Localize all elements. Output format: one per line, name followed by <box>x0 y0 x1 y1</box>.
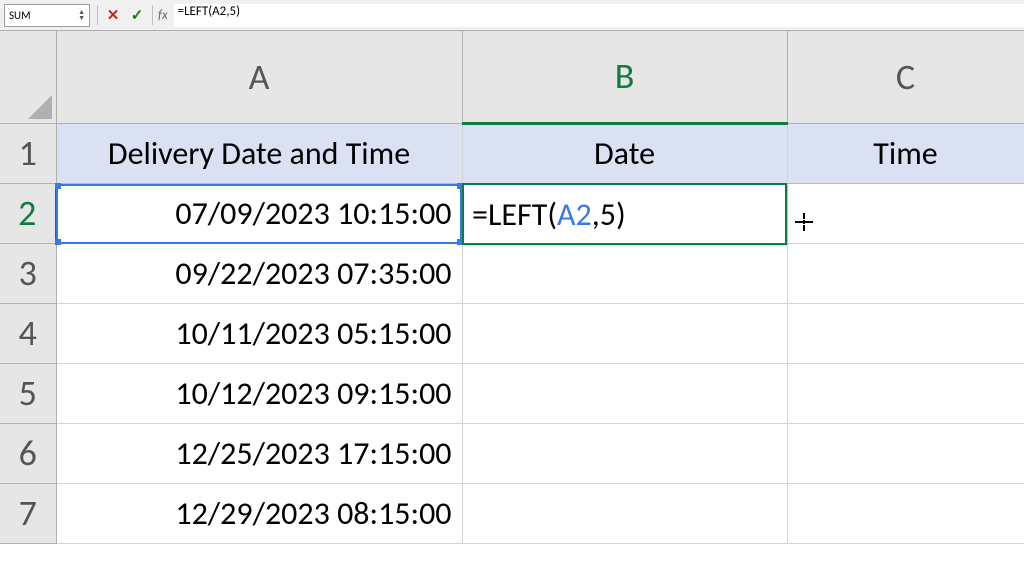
cell-b4[interactable] <box>462 303 787 363</box>
cell-b2-editing[interactable]: =LEFT(A2,5) <box>462 183 787 245</box>
cell-c1[interactable]: Time <box>787 123 1024 183</box>
row-header-1[interactable]: 1 <box>0 123 56 183</box>
cell-a4[interactable]: 10/11/2023 05:15:00 <box>56 303 462 363</box>
row-header-5[interactable]: 5 <box>0 363 56 423</box>
row-header-2[interactable]: 2 <box>0 183 56 243</box>
cell-c6[interactable] <box>787 423 1024 483</box>
column-header-c[interactable]: C <box>787 31 1024 123</box>
cell-b1[interactable]: Date <box>462 123 787 183</box>
cell-c7[interactable] <box>787 483 1024 543</box>
cell-b6[interactable] <box>462 423 787 483</box>
cell-b5[interactable] <box>462 363 787 423</box>
row-header-6[interactable]: 6 <box>0 423 56 483</box>
cell-c3[interactable] <box>787 243 1024 303</box>
row-header-3[interactable]: 3 <box>0 243 56 303</box>
cell-b7[interactable] <box>462 483 787 543</box>
spreadsheet-grid: A B C 1 Delivery Date and Time Date Time… <box>0 31 1024 565</box>
formula-bar: SUM ▲▼ ✕ ✓ fx =LEFT(A2,5) <box>0 0 1024 31</box>
cell-c5[interactable] <box>787 363 1024 423</box>
name-box-dropdown-icon[interactable]: ▲▼ <box>78 9 85 21</box>
cell-a7[interactable]: 12/29/2023 08:15:00 <box>56 483 462 543</box>
cell-a2[interactable]: 07/09/2023 10:15:00 <box>56 183 462 243</box>
fx-icon[interactable]: fx <box>158 8 168 23</box>
row-header-4[interactable]: 4 <box>0 303 56 363</box>
divider <box>97 5 98 25</box>
cancel-button[interactable]: ✕ <box>101 3 125 27</box>
cell-c4[interactable] <box>787 303 1024 363</box>
confirm-button[interactable]: ✓ <box>125 3 149 27</box>
cell-a1[interactable]: Delivery Date and Time <box>56 123 462 183</box>
formula-in-cell: =LEFT(A2,5) <box>472 195 626 234</box>
row-header-7[interactable]: 7 <box>0 483 56 543</box>
name-box[interactable]: SUM ▲▼ <box>4 4 90 27</box>
name-box-text: SUM <box>9 9 31 22</box>
select-all-corner[interactable] <box>0 31 56 123</box>
cell-a6[interactable]: 12/25/2023 17:15:00 <box>56 423 462 483</box>
cell-a5[interactable]: 10/12/2023 09:15:00 <box>56 363 462 423</box>
formula-input[interactable]: =LEFT(A2,5) <box>174 4 1024 27</box>
cell-a3[interactable]: 09/22/2023 07:35:00 <box>56 243 462 303</box>
column-header-b[interactable]: B <box>462 31 787 123</box>
cell-c2[interactable] <box>787 183 1024 243</box>
cell-b3[interactable] <box>462 243 787 303</box>
divider <box>152 5 153 25</box>
column-header-a[interactable]: A <box>56 31 462 123</box>
